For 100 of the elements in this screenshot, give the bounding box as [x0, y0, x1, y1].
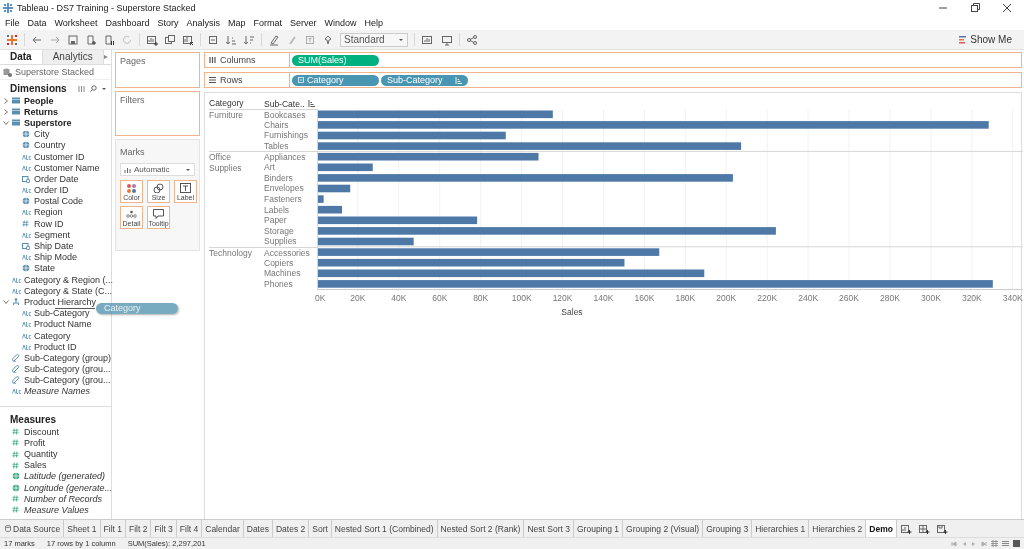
text-field-icon: [12, 276, 21, 283]
pin-icon[interactable]: [322, 33, 334, 46]
field-item[interactable]: Category & State (C...: [24, 285, 113, 296]
share-icon[interactable]: [466, 33, 478, 46]
dropdown-caret-icon[interactable]: [101, 85, 107, 92]
grid-view-icon[interactable]: [991, 540, 998, 547]
collapse-box-icon[interactable]: [298, 77, 304, 83]
pane-tab[interactable]: Analytics: [42, 50, 104, 64]
menu-item[interactable]: File: [5, 17, 20, 28]
field-item[interactable]: Segment: [34, 229, 71, 240]
collapse-caret-icon[interactable]: [3, 298, 9, 305]
field-item[interactable]: Customer Name: [34, 162, 100, 173]
axis-tick-label: 160K: [634, 293, 655, 304]
field-item[interactable]: Measure Values: [24, 504, 89, 515]
sort-descending-icon[interactable]: [243, 33, 255, 46]
field-item[interactable]: Superstore: [24, 117, 72, 128]
filters-shelf[interactable]: Filters: [115, 91, 200, 136]
menu-item[interactable]: Format: [253, 17, 282, 28]
column-header[interactable]: Category: [209, 98, 264, 109]
axis-tick-label: 80K: [473, 293, 489, 304]
field-item[interactable]: Customer ID: [34, 151, 85, 162]
duplicate-sheet-icon[interactable]: [164, 33, 176, 46]
field-item[interactable]: Quantity: [24, 449, 58, 460]
text-field-icon: [22, 187, 31, 194]
pages-shelf[interactable]: Pages: [115, 52, 200, 88]
maximize-icon[interactable]: [970, 3, 980, 13]
field-item[interactable]: Sub-Category: [34, 308, 90, 319]
menu-item[interactable]: Worksheet: [54, 17, 98, 28]
cards-toggle-icon[interactable]: [421, 33, 435, 46]
expand-caret-icon[interactable]: [3, 108, 9, 115]
search-icon[interactable]: [90, 85, 97, 92]
menu-item[interactable]: Help: [364, 17, 384, 28]
new-worksheet-icon[interactable]: [146, 33, 158, 46]
save-icon[interactable]: [67, 33, 79, 46]
close-icon[interactable]: [1002, 3, 1012, 13]
highlight-icon[interactable]: [268, 33, 280, 46]
menu-item[interactable]: Map: [227, 17, 246, 28]
field-item[interactable]: Category: [34, 330, 71, 341]
field-item[interactable]: Category & Region (...: [24, 274, 114, 285]
clear-sheet-icon[interactable]: [182, 33, 194, 46]
menu-item[interactable]: Server: [290, 17, 317, 28]
row-header: Fasteners: [264, 193, 303, 205]
calendar-icon: [22, 242, 30, 251]
expand-caret-icon[interactable]: [3, 97, 9, 104]
sort-icon[interactable]: [307, 100, 315, 107]
menu-item[interactable]: Window: [324, 17, 357, 28]
field-item[interactable]: Profit: [24, 437, 45, 448]
text-field-icon: [22, 153, 31, 160]
field-item[interactable]: Sub-Category (grou...: [24, 375, 111, 386]
field-item[interactable]: Order Date: [34, 173, 79, 184]
field-item[interactable]: Product ID: [34, 341, 77, 352]
presentation-icon[interactable]: [441, 33, 453, 46]
field-item[interactable]: Sub-Category (grou...: [24, 364, 111, 375]
new-dashboard-icon[interactable]: [917, 522, 930, 535]
field-item[interactable]: Measure Names: [24, 386, 91, 397]
collapse-caret-icon[interactable]: [3, 119, 9, 126]
globe-icon: [22, 141, 30, 150]
field-item[interactable]: Longitude (generate...: [24, 482, 113, 493]
show-me-button[interactable]: Show Me: [953, 34, 1018, 45]
new-worksheet-icon[interactable]: [899, 522, 912, 535]
pause-updates-icon[interactable]: [103, 33, 115, 46]
column-header[interactable]: Sub-Cate..: [264, 98, 305, 109]
field-item[interactable]: Ship Date: [34, 241, 74, 252]
data-source-name[interactable]: Superstore Stacked: [15, 67, 95, 77]
field-item[interactable]: Sales: [24, 460, 47, 471]
add-data-source-icon[interactable]: [85, 33, 97, 46]
swap-icon[interactable]: [207, 33, 219, 46]
field-item[interactable]: Country: [34, 140, 66, 151]
field-item[interactable]: Product Hierarchy: [24, 296, 97, 307]
field-item[interactable]: Number of Records: [24, 493, 103, 504]
field-item[interactable]: Sub-Category (group): [24, 352, 112, 363]
new-story-icon[interactable]: [935, 522, 948, 535]
field-item[interactable]: State: [34, 263, 55, 274]
field-item[interactable]: Ship Mode: [34, 252, 78, 263]
field-item[interactable]: Order ID: [34, 185, 69, 196]
field-item[interactable]: Product Name: [34, 319, 92, 330]
mark-type-dropdown[interactable]: Automatic: [120, 163, 195, 176]
menu-item[interactable]: Data: [27, 17, 47, 28]
list-view-icon[interactable]: [1002, 540, 1009, 547]
menu-item[interactable]: Story: [157, 17, 179, 28]
axis-tick-label: 240K: [798, 293, 819, 304]
menu-item[interactable]: Dashboard: [105, 17, 150, 28]
view-toggle-icon[interactable]: [78, 85, 86, 92]
tableau-logo-icon[interactable]: [6, 33, 18, 46]
field-item[interactable]: Discount: [24, 426, 59, 437]
field-item[interactable]: Latitude (generated): [24, 471, 106, 482]
sheet-tab[interactable]: Demo: [866, 520, 897, 537]
fit-dropdown[interactable]: Standard: [340, 32, 408, 47]
field-item[interactable]: Returns: [24, 106, 58, 117]
field-item[interactable]: City: [34, 129, 50, 140]
text-field-icon: [22, 343, 31, 350]
sort-ascending-icon[interactable]: [225, 33, 237, 46]
table-icon: [12, 97, 20, 105]
field-item[interactable]: Postal Code: [34, 196, 84, 207]
field-item[interactable]: Region: [34, 207, 63, 218]
field-item[interactable]: People: [24, 95, 54, 106]
menu-item[interactable]: Analysis: [186, 17, 220, 28]
field-item[interactable]: Row ID: [34, 218, 64, 229]
row-header: Bookcases: [264, 109, 317, 120]
axis-tick-label: 140K: [593, 293, 614, 304]
